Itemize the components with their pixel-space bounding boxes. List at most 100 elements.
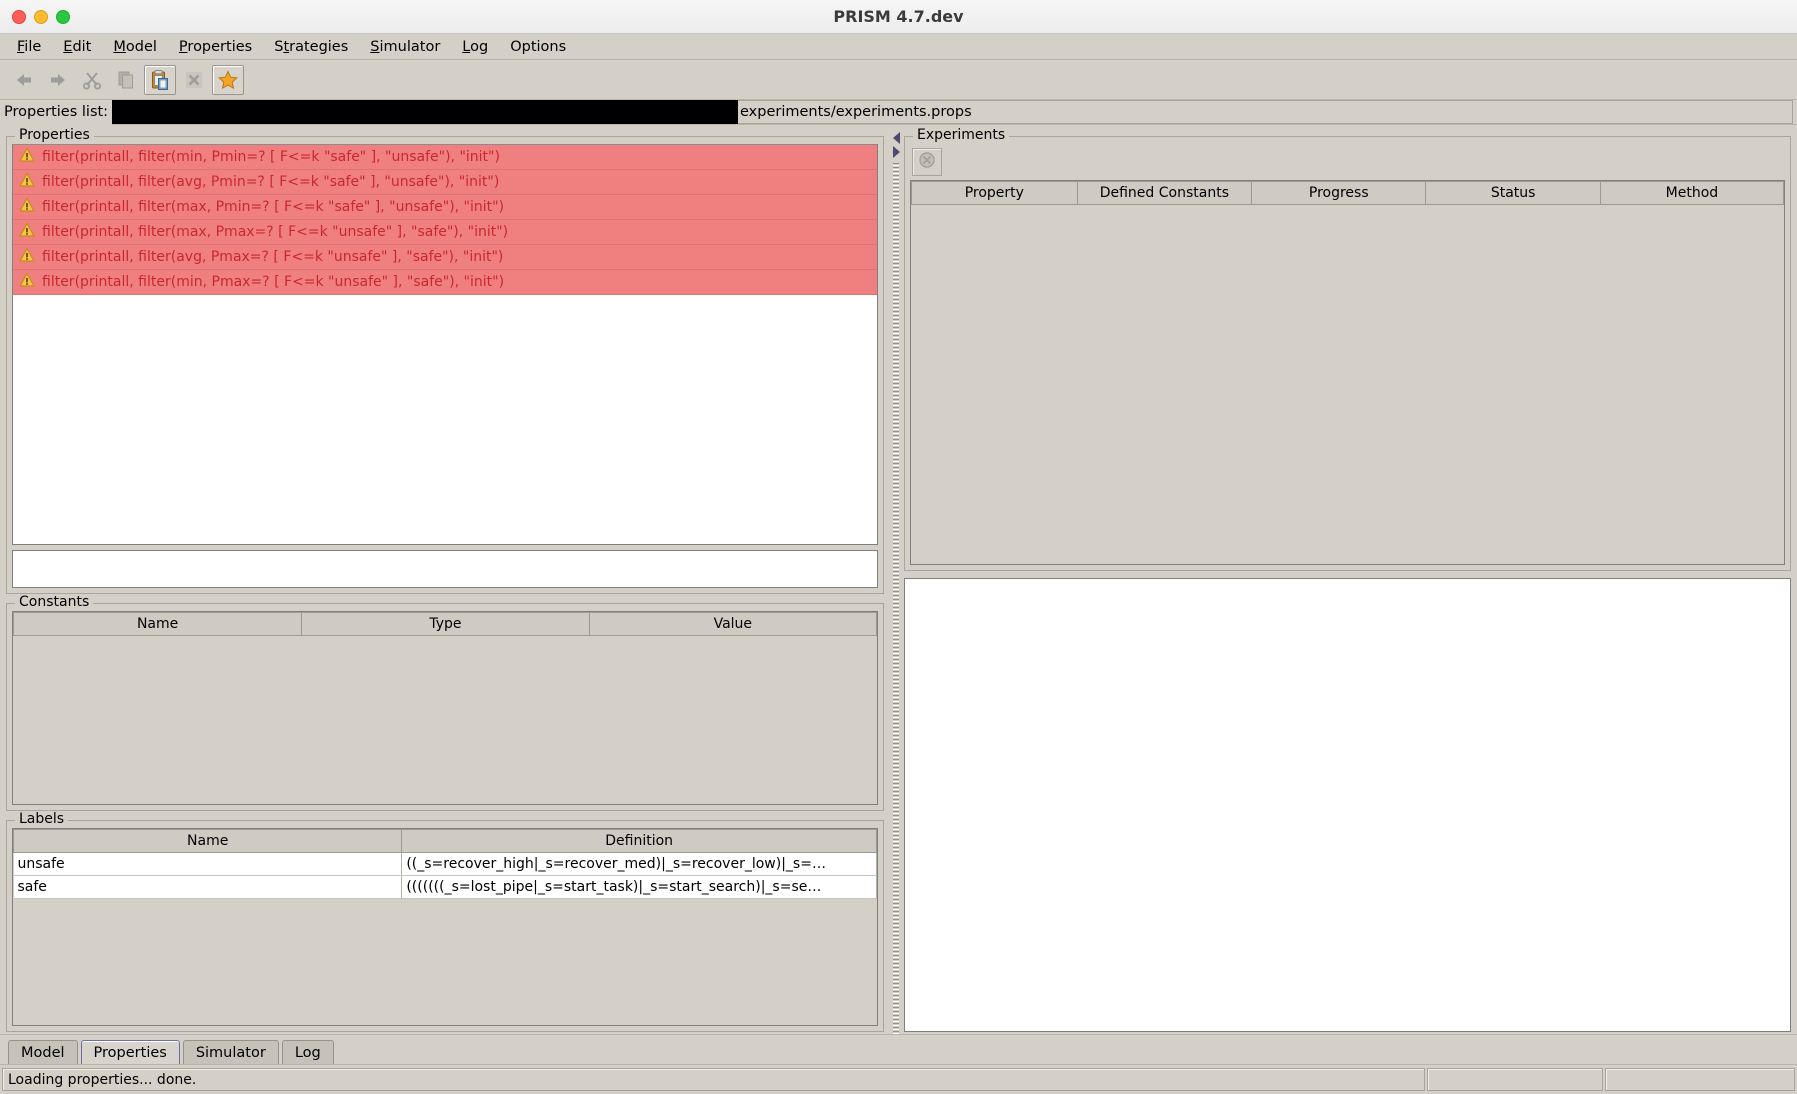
constants-column-value[interactable]: Value (589, 612, 877, 636)
tab-properties[interactable]: Properties (80, 1040, 180, 1064)
label-name-cell[interactable]: safe (13, 875, 403, 899)
warning-icon (19, 147, 35, 167)
menu-log[interactable]: Log (451, 36, 499, 58)
minimize-window-button[interactable] (34, 9, 48, 24)
warning-icon (19, 247, 35, 267)
table-row[interactable]: unsafe ((_s=recover_high|_s=recover_med)… (13, 852, 877, 876)
property-list-item[interactable]: filter(printall, filter(min, Pmax=? [ F<… (13, 270, 877, 295)
star-icon (217, 69, 239, 91)
property-list-item[interactable]: filter(printall, filter(avg, Pmax=? [ F<… (13, 245, 877, 270)
cut-button[interactable] (76, 65, 108, 95)
paste-icon (149, 69, 171, 91)
bottom-tabstrip: Model Properties Simulator Log (0, 1034, 1797, 1064)
window-title: PRISM 4.7.dev (833, 7, 964, 26)
properties-group: Properties filter(printall, filter(min, … (6, 128, 884, 594)
constants-column-name[interactable]: Name (13, 612, 303, 636)
properties-list-pathbar: Properties list: experiments/experiments… (0, 99, 1797, 125)
menu-properties[interactable]: Properties (168, 36, 263, 58)
properties-group-title: Properties (15, 128, 94, 142)
property-text: filter(printall, filter(min, Pmax=? [ F<… (42, 274, 505, 290)
menu-options[interactable]: Options (499, 36, 577, 58)
paste-button[interactable] (144, 64, 176, 95)
warning-icon (19, 272, 35, 292)
menu-edit-rest: dit (72, 38, 92, 55)
experiments-column-property[interactable]: Property (911, 181, 1078, 205)
experiments-column-progress[interactable]: Progress (1251, 181, 1427, 205)
toolbar (0, 60, 1797, 100)
stop-icon (918, 151, 936, 173)
menu-file[interactable]: File (6, 36, 52, 58)
property-text: filter(printall, filter(avg, Pmax=? [ F<… (42, 249, 504, 265)
undo-button[interactable] (8, 65, 40, 95)
properties-list[interactable]: filter(printall, filter(min, Pmin=? [ F<… (12, 144, 878, 545)
properties-list-empty-area[interactable] (13, 295, 877, 544)
experiments-empty-area[interactable] (911, 205, 1784, 564)
experiments-table[interactable]: Property Defined Constants Progress Stat… (910, 180, 1785, 565)
tab-properties-label: Properties (93, 1044, 167, 1061)
table-row[interactable]: safe (((((((_s=lost_pipe|_s=start_task)|… (13, 875, 877, 899)
collapse-right-icon[interactable] (892, 146, 900, 158)
add-property-button[interactable] (212, 64, 244, 95)
main-split-container: Properties filter(printall, filter(min, … (0, 125, 1797, 1034)
property-text: filter(printall, filter(max, Pmin=? [ F<… (42, 199, 505, 215)
menu-strategies[interactable]: Strategies (263, 36, 359, 58)
collapse-left-icon[interactable] (892, 132, 900, 144)
right-pane: Experiments Property Defined Constants P… (904, 125, 1797, 1034)
copy-button[interactable] (110, 65, 142, 95)
constants-group-title: Constants (15, 595, 94, 609)
label-definition-cell[interactable]: (((((((_s=lost_pipe|_s=start_task)|_s=st… (401, 875, 877, 899)
tab-model[interactable]: Model (8, 1040, 78, 1064)
property-text: filter(printall, filter(min, Pmin=? [ F<… (42, 149, 500, 165)
constants-column-type[interactable]: Type (301, 612, 590, 636)
experiments-column-status[interactable]: Status (1425, 181, 1601, 205)
labels-table[interactable]: Name Definition unsafe ((_s=recover_high… (12, 828, 878, 1026)
property-comment-field[interactable] (12, 550, 878, 588)
tab-log[interactable]: Log (281, 1040, 334, 1064)
labels-column-name[interactable]: Name (13, 829, 403, 853)
close-icon (183, 69, 205, 91)
warning-icon (19, 222, 35, 242)
labels-empty-area[interactable] (13, 899, 877, 1025)
property-list-item[interactable]: filter(printall, filter(max, Pmin=? [ F<… (13, 195, 877, 220)
tab-model-label: Model (21, 1044, 65, 1061)
property-list-item[interactable]: filter(printall, filter(avg, Pmin=? [ F<… (13, 170, 877, 195)
stop-experiment-button[interactable] (912, 148, 942, 176)
constants-header-row: Name Type Value (13, 612, 877, 636)
experiments-group: Experiments Property Defined Constants P… (904, 128, 1791, 571)
tab-simulator[interactable]: Simulator (182, 1040, 279, 1064)
experiments-column-defined-constants[interactable]: Defined Constants (1077, 181, 1253, 205)
scissors-icon (81, 69, 103, 91)
close-window-button[interactable] (12, 9, 26, 24)
property-text: filter(printall, filter(max, Pmax=? [ F<… (42, 224, 509, 240)
experiment-output-panel[interactable] (904, 578, 1791, 1032)
menu-log-rest: og (470, 38, 489, 55)
pane-splitter[interactable] (888, 125, 904, 1034)
labels-header-row: Name Definition (13, 829, 877, 853)
warning-icon (19, 172, 35, 192)
menu-edit[interactable]: Edit (52, 36, 102, 58)
redacted-path-block (110, 100, 738, 124)
labels-group: Labels Name Definition unsafe ((_s=recov… (6, 812, 884, 1032)
experiments-column-method[interactable]: Method (1600, 181, 1784, 205)
tab-log-label: Log (294, 1044, 321, 1061)
menu-model[interactable]: Model (102, 36, 168, 58)
label-definition-cell[interactable]: ((_s=recover_high|_s=recover_med)|_s=rec… (401, 852, 877, 876)
property-list-item[interactable]: filter(printall, filter(max, Pmax=? [ F<… (13, 220, 877, 245)
experiments-toolbar (910, 144, 1785, 180)
splitter-grip[interactable] (893, 163, 899, 1034)
redo-button[interactable] (42, 65, 74, 95)
menu-model-rest: odel (125, 38, 157, 55)
window-controls (0, 9, 70, 24)
delete-button[interactable] (178, 65, 210, 95)
left-pane: Properties filter(printall, filter(min, … (0, 125, 888, 1034)
property-list-item[interactable]: filter(printall, filter(min, Pmin=? [ F<… (13, 145, 877, 170)
label-name-cell[interactable]: unsafe (13, 852, 403, 876)
constants-table[interactable]: Name Type Value (12, 611, 878, 805)
prism-main-window: PRISM 4.7.dev File Edit Model Properties… (0, 0, 1797, 1094)
constants-empty-area[interactable] (13, 636, 877, 804)
labels-column-definition[interactable]: Definition (401, 829, 877, 853)
maximize-window-button[interactable] (56, 9, 70, 24)
experiments-header-row: Property Defined Constants Progress Stat… (911, 181, 1784, 205)
menu-strategies-rest: rategies (289, 38, 349, 55)
menu-simulator[interactable]: Simulator (359, 36, 451, 58)
